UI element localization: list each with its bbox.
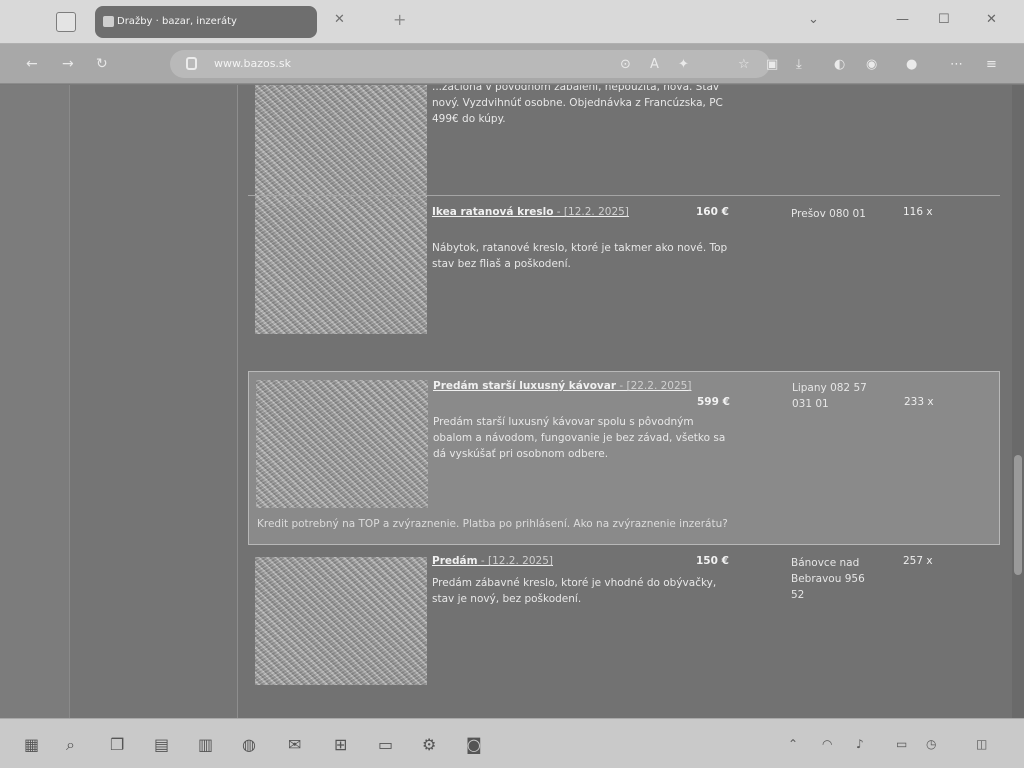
listing-title[interactable]: Ikea ratanová kreslo - [12.2. 2025] [432,206,629,218]
tab-actions-button[interactable] [56,12,76,32]
collections-icon[interactable]: ▣ [766,57,778,72]
listing-title[interactable]: Predám - [12.2. 2025] [432,555,553,567]
copilot-icon[interactable]: ◉ [866,57,877,72]
back-icon[interactable]: ← [26,56,38,72]
listing-views: 116 x [903,206,933,218]
listing-description: Nábytok, ratanové kreslo, ktoré je takme… [432,242,728,270]
clock-icon[interactable]: ◷ [926,737,936,751]
listing-thumbnail[interactable] [255,557,427,685]
listing-description: Predám zábavné kreslo, ktoré je vhodné d… [432,577,717,605]
listing-views: 233 x [904,396,934,408]
tray-chevron-icon[interactable]: ⌃ [788,737,798,751]
listing-title[interactable]: Predám starší luxusný kávovar - [22.2. 2… [433,380,691,392]
listing-thumbnail[interactable] [255,85,427,207]
listing-location: Lipany 082 57 031 01 [792,382,867,410]
url-text: www.bazos.sk [214,57,292,70]
app-icon[interactable]: ◙ [466,735,482,754]
widgets-icon[interactable]: ▤ [154,735,169,754]
maximize-button[interactable]: ☐ [938,12,950,27]
scrollbar[interactable] [1012,85,1024,718]
listing-price: 599 € [697,396,730,408]
favorite-star-icon[interactable]: ☆ [738,57,750,72]
browser-tab-active[interactable]: Dražby · bazar, inzeráty [95,6,317,38]
listing-description: ...záclona v pôvodnom zabalení, nepoužit… [432,85,723,125]
listing-thumbnail[interactable] [256,380,428,508]
menu-icon[interactable]: ≡ [986,57,997,72]
scrollbar-thumb[interactable] [1014,455,1022,575]
translate-icon[interactable]: A [650,57,659,72]
taskbar: ▦ ⌕ ❐ ▤ ▥ ◍ ✉ ⊞ ▭ ⚙ ◙ ⌃ ◠ ♪ ▭ ◷ ◫ [0,718,1024,768]
left-gutter [0,85,70,718]
forward-icon[interactable]: → [62,56,74,72]
store-icon[interactable]: ⊞ [334,735,347,754]
listing-thumbnail[interactable] [255,206,427,334]
notifications-icon[interactable]: ◫ [976,737,987,751]
close-window-button[interactable]: ✕ [986,12,997,27]
profile-icon[interactable]: ● [906,57,917,72]
start-icon[interactable]: ▦ [24,735,39,754]
list-item[interactable]: ...záclona v pôvodnom zabalení, nepoužit… [248,85,1000,207]
file-explorer-icon[interactable]: ▥ [198,735,213,754]
category-sidebar [70,85,238,718]
listing-note: Kredit potrebný na TOP a zvýraznenie. Pl… [257,518,728,530]
reload-icon[interactable]: ↻ [96,56,108,72]
shield-icon[interactable]: ◐ [834,57,845,72]
task-view-icon[interactable]: ❐ [110,735,124,754]
list-item[interactable]: Predám - [12.2. 2025] 150 € Bánovce nad … [248,549,1000,718]
favicon-icon [103,16,114,27]
settings-icon[interactable]: ⚙ [422,735,436,754]
read-aloud-icon[interactable]: ⊙ [620,57,631,72]
lock-icon [186,57,197,70]
listing-location: Prešov 080 01 [791,208,866,220]
close-tab-icon[interactable]: ✕ [334,12,345,27]
listing-description: Predám starší luxusný kávovar spolu s pô… [433,416,726,460]
browser-toolbar: ← → ↻ www.bazos.sk ⊙ A ✦ ☆ ▣ ⤓ ◐ ◉ ● ⋯ ≡ [0,44,1024,84]
mail-icon[interactable]: ✉ [288,735,301,754]
listing-price: 150 € [696,555,729,567]
sidebar-icon[interactable]: ⋯ [950,57,963,72]
browser-titlebar: Dražby · bazar, inzeráty ✕ + ⌄ — ☐ ✕ [0,0,1024,44]
listing-views: 257 x [903,555,933,567]
minimize-button[interactable]: — [896,12,909,27]
list-item[interactable]: Ikea ratanová kreslo - [12.2. 2025] 160 … [248,195,1000,365]
battery-icon[interactable]: ▭ [896,737,907,751]
tabs-list-button[interactable]: ⌄ [808,12,819,27]
edge-browser-icon[interactable]: ◍ [242,735,256,754]
terminal-icon[interactable]: ▭ [378,735,393,754]
search-icon[interactable]: ⌕ [66,735,75,755]
list-item-highlighted[interactable]: Predám starší luxusný kávovar - [22.2. 2… [248,371,1000,545]
extensions-icon[interactable]: ✦ [678,57,689,72]
listing-price: 160 € [696,206,729,218]
listing-location: Bánovce nad Bebravou 956 52 [791,557,865,601]
tab-title: Dražby · bazar, inzeráty [117,16,237,27]
new-tab-button[interactable]: + [393,10,406,29]
page-content: ...záclona v pôvodnom zabalení, nepoužit… [0,85,1024,718]
download-icon[interactable]: ⤓ [796,57,802,72]
network-icon[interactable]: ◠ [822,737,832,751]
volume-icon[interactable]: ♪ [856,737,864,751]
